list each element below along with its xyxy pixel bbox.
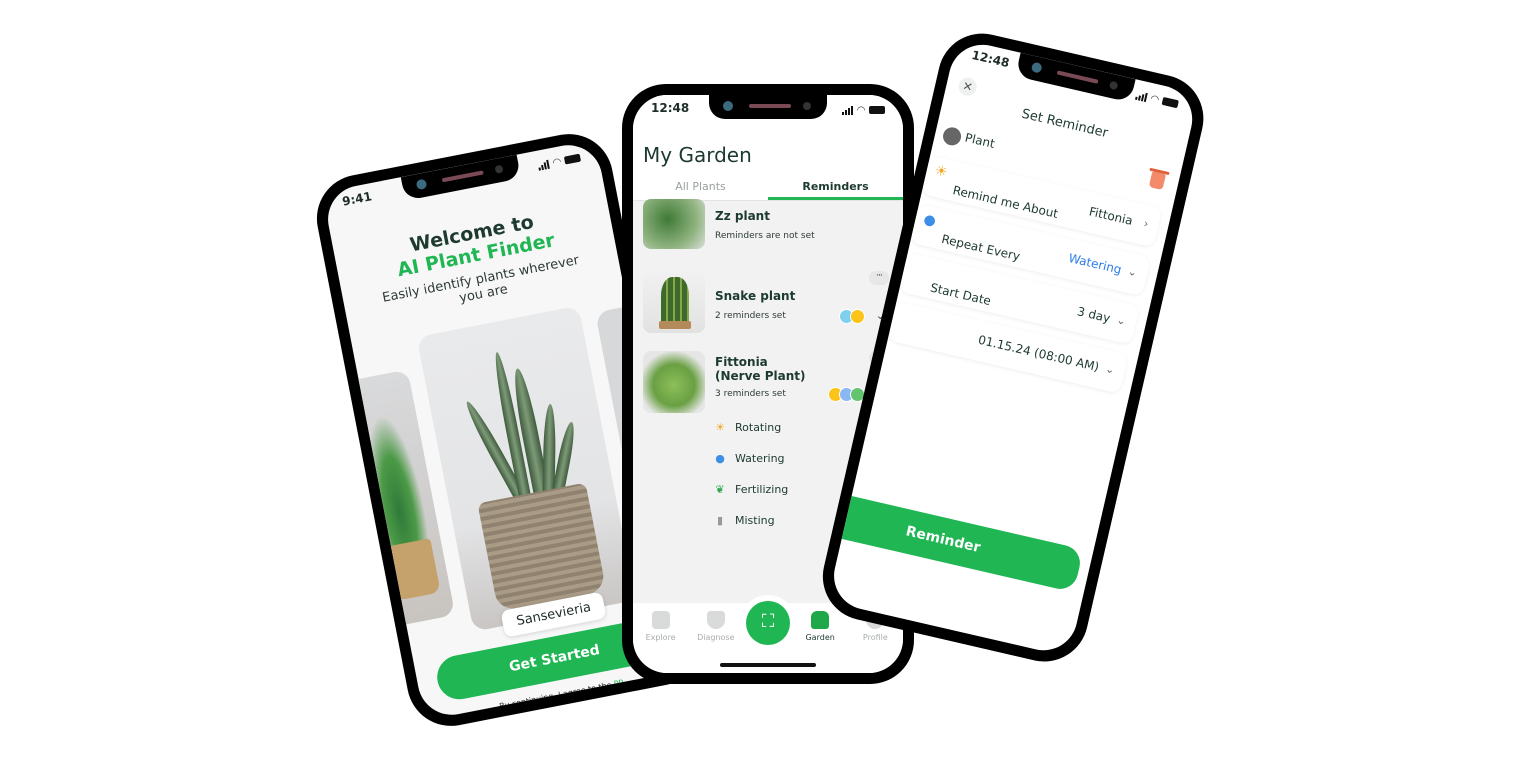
field-value: 01.15.24 (08:00 AM) [976,332,1101,375]
plant-card-fittonia[interactable]: ··· Fittonia(Nerve Plant) 3 reminders se… [643,351,893,413]
field-value: 3 day [1075,304,1112,326]
basket-image [477,482,607,612]
page-title: My Garden [643,143,752,167]
plant-name: Snake plant [715,289,796,303]
signal-icon [538,159,551,171]
explore-icon [651,611,670,629]
plant-icon [811,611,830,629]
plant-avatar [941,125,963,148]
watering-can-icon: ● [921,211,938,230]
watering-can-icon: ● [715,451,725,465]
chevron-down-icon: ⌄ [1104,362,1117,377]
set-reminder-button[interactable]: Reminder [827,487,1084,593]
wifi-icon: ◠ [857,104,865,116]
signal-icon [842,105,854,115]
chevron-down-icon: ⌄ [1126,264,1139,280]
reminder-label: Rotating [735,420,782,434]
field-label: Repeat Every [940,231,1022,264]
home-indicator [720,663,816,667]
tab-reminders[interactable]: Reminders [768,175,903,200]
tab-all-plants[interactable]: All Plants [633,175,768,200]
plant-reminder-status: 2 reminders set [715,311,786,321]
scan-icon: ⛶ [761,611,775,632]
battery-icon [869,106,885,114]
status-time: 9:41 [341,189,374,209]
reminder-badges [828,387,865,402]
field-value: Watering [1067,250,1123,277]
field-value: Fittonia [1087,204,1135,228]
sun-badge-icon [850,309,865,324]
nav-explore[interactable]: Explore [636,611,686,673]
status-time: 12:48 [970,47,1011,71]
wifi-icon: ◠ [1149,92,1160,106]
plant-thumbnail [643,199,705,249]
plant-thumbnail [643,351,705,413]
notch [709,95,827,119]
plant-reminder-status: 3 reminders set [715,389,786,399]
plant-thumbnail [643,271,705,333]
field-label: Plant [963,130,997,151]
plant-name: Fittonia (Nerve Plant) [715,355,806,383]
plant-card-snake[interactable]: ··· Snake plant 2 reminders set ⌄ [643,271,893,333]
field-label: Start Date [928,280,993,309]
notch [400,154,522,201]
plant-reminder-status: Reminders are not set [715,231,815,241]
scan-button[interactable]: ⛶ [746,601,790,645]
privacy-policy-link[interactable]: PP [613,678,624,689]
shield-icon [706,611,725,629]
chevron-right-icon: › [1142,216,1150,231]
garden-tabs: All Plants Reminders [633,175,903,201]
plant-name: Zz plant [715,209,770,223]
wifi-icon: ◠ [552,155,562,169]
status-time: 12:48 [651,101,690,115]
sun-icon: ☀ [933,162,950,182]
signal-icon [1135,90,1149,102]
spray-bottle-icon: ▮ [716,513,724,527]
notch [1015,52,1136,103]
plant-card-zz[interactable]: Zz plant Reminders are not set [643,199,893,253]
battery-icon [563,153,582,165]
battery-icon [1161,96,1179,109]
sun-icon: ☀ [715,420,725,434]
more-options-button[interactable]: ··· [869,271,889,285]
chevron-down-icon: ⌄ [1115,313,1128,329]
leaf-icon: ❦ [715,482,725,496]
reminder-badges [839,309,865,324]
